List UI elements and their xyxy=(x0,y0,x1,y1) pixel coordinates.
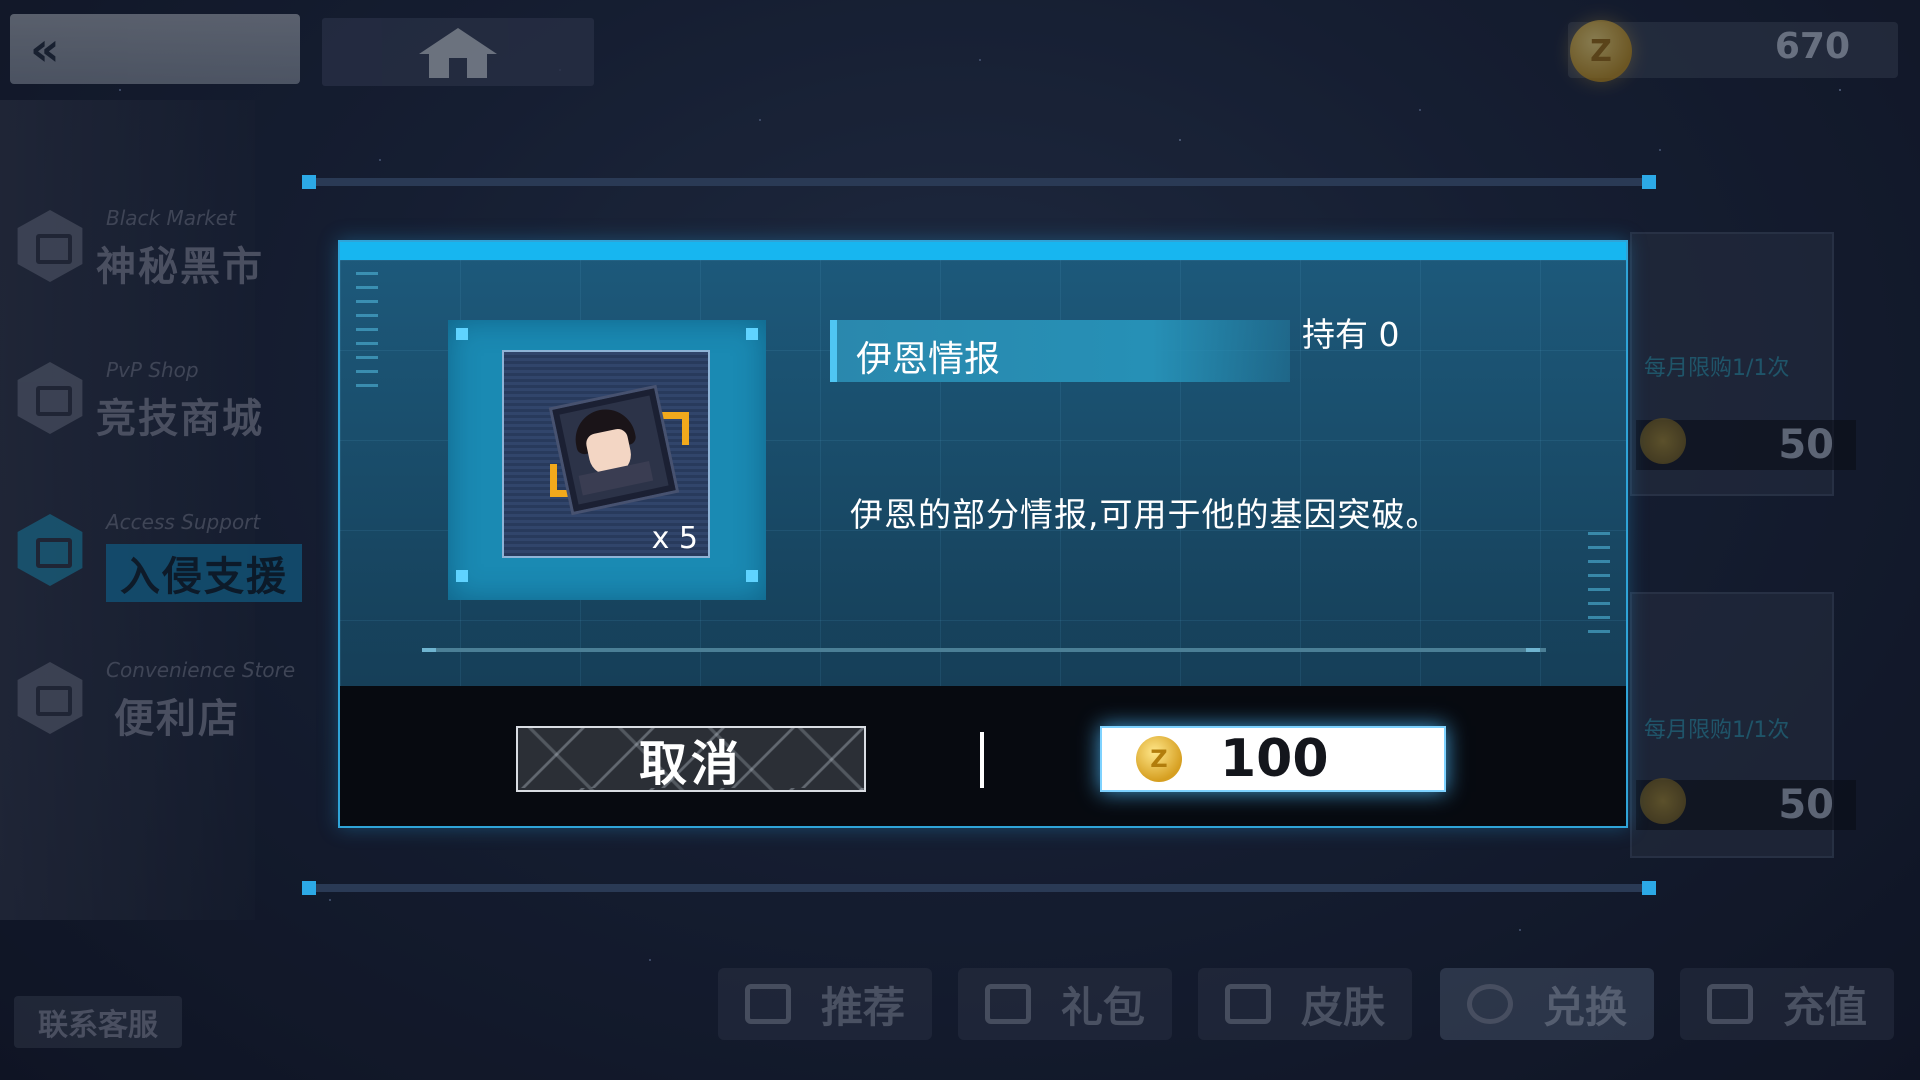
purchase-dialog: x 5 伊恩情报 持有 0 伊恩的部分情报,可用于他的基因突破。 取消 Z 10… xyxy=(338,240,1628,828)
frame-corner xyxy=(1642,175,1656,189)
frame-corner xyxy=(302,175,316,189)
divider-dash xyxy=(422,648,436,652)
decor-ticks xyxy=(1588,532,1610,642)
panel-corner xyxy=(456,328,468,340)
owned-count: 持有 0 xyxy=(1302,315,1400,354)
frame-corner xyxy=(1642,881,1656,895)
decor-ticks xyxy=(356,272,378,392)
item-quantity: x 5 xyxy=(651,521,698,556)
dialog-header-bar xyxy=(340,242,1626,260)
panel-corner xyxy=(746,328,758,340)
coin-icon: Z xyxy=(1136,736,1182,782)
purchase-price: 100 xyxy=(1220,729,1329,789)
cancel-button[interactable]: 取消 xyxy=(516,726,866,792)
button-divider xyxy=(980,732,984,788)
panel-corner xyxy=(746,570,758,582)
item-panel: x 5 xyxy=(448,320,766,600)
panel-corner xyxy=(456,570,468,582)
divider-dash xyxy=(1526,648,1540,652)
item-name-bar: 伊恩情报 xyxy=(830,320,1290,382)
purchase-button[interactable]: Z 100 xyxy=(1100,726,1446,792)
divider-line xyxy=(426,648,1546,652)
dialog-footer: 取消 Z 100 xyxy=(340,686,1626,826)
frame-line-bottom xyxy=(306,884,1650,892)
item-description: 伊恩的部分情报,可用于他的基因突破。 xyxy=(850,495,1440,534)
frame-line-top xyxy=(306,178,1650,186)
item-name: 伊恩情报 xyxy=(856,339,1001,380)
frame-corner xyxy=(302,881,316,895)
item-icon: x 5 xyxy=(502,350,710,558)
character-portrait xyxy=(552,388,676,512)
